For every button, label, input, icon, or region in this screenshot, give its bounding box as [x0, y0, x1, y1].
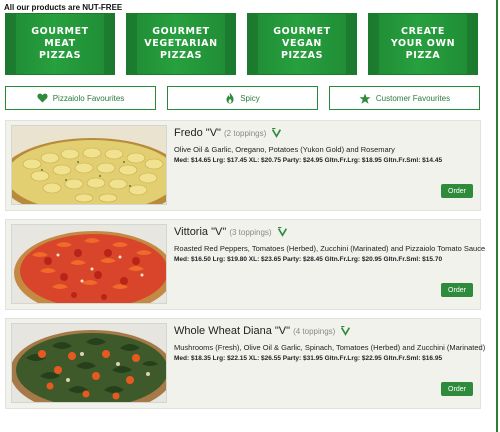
category-label: GOURMET MEAT PIZZAS — [31, 26, 89, 61]
category-label: CREATE YOUR OWN PIZZA — [390, 26, 456, 61]
topping-count: (2 toppings) — [224, 129, 267, 138]
filter-bar: Pizzaiolo Favourites Spicy Customer Favo… — [5, 86, 481, 110]
vegetarian-check-icon — [272, 127, 282, 138]
order-button[interactable]: Order — [441, 382, 473, 396]
product-title: Vittoria "V" (3 toppings) — [174, 226, 288, 238]
product-description: Roasted Red Peppers, Tomatoes (Herbed), … — [174, 244, 486, 253]
product-card-vittoria: Vittoria "V" (3 toppings) Roasted Red Pe… — [5, 219, 485, 310]
category-label: GOURMET VEGAN PIZZAS — [273, 26, 331, 61]
filter-label: Pizzaiolo Favourites — [52, 93, 125, 103]
order-button[interactable]: Order — [441, 283, 473, 297]
category-gourmet-vegan-button[interactable]: GOURMET VEGAN PIZZAS — [247, 13, 357, 75]
filter-spicy[interactable]: Spicy — [167, 86, 318, 110]
vegetarian-check-icon — [341, 325, 351, 336]
category-create-your-own-button[interactable]: CREATE YOUR OWN PIZZA — [368, 13, 478, 75]
product-name: Vittoria "V" — [174, 226, 227, 238]
filter-pizzaiolo-favourites[interactable]: Pizzaiolo Favourites — [5, 86, 156, 110]
star-icon — [359, 92, 371, 104]
filter-label: Spicy — [240, 93, 260, 103]
product-name: Whole Wheat Diana "V" — [174, 325, 291, 337]
vegetarian-check-icon — [277, 226, 287, 237]
pizza-image — [11, 125, 167, 205]
filter-customer-favourites[interactable]: Customer Favourites — [329, 86, 480, 110]
category-label: GOURMET VEGETARIAN PIZZAS — [144, 26, 218, 61]
topping-count: (3 toppings) — [229, 228, 272, 237]
category-gourmet-meat-button[interactable]: GOURMET MEAT PIZZAS — [5, 13, 115, 75]
heart-icon — [37, 93, 48, 103]
topping-count: (4 toppings) — [293, 327, 336, 336]
product-description: Mushrooms (Fresh), Olive Oil & Garlic, S… — [174, 343, 486, 352]
pizza-image — [11, 323, 167, 403]
product-prices: Med: $14.65 Lrg: $17.45 XL: $20.75 Party… — [174, 157, 443, 164]
nut-free-notice: All our products are NUT-FREE — [4, 3, 123, 12]
product-prices: Med: $16.50 Lrg: $19.80 XL: $23.65 Party… — [174, 256, 443, 263]
order-button[interactable]: Order — [441, 184, 473, 198]
category-buttons: GOURMET MEAT PIZZAS GOURMET VEGETARIAN P… — [5, 13, 480, 75]
filter-label: Customer Favourites — [375, 93, 451, 103]
category-gourmet-vegetarian-button[interactable]: GOURMET VEGETARIAN PIZZAS — [126, 13, 236, 75]
product-prices: Med: $18.35 Lrg: $22.15 XL: $26.55 Party… — [174, 355, 443, 362]
product-card-whole-wheat-diana: Whole Wheat Diana "V" (4 toppings) Mushr… — [5, 318, 485, 409]
pizza-image — [11, 224, 167, 304]
page-edge-divider — [496, 0, 498, 432]
product-card-fredo: Fredo "V" (2 toppings) Olive Oil & Garli… — [5, 120, 481, 211]
product-description: Olive Oil & Garlic, Oregano, Potatoes (Y… — [174, 145, 395, 154]
product-title: Fredo "V" (2 toppings) — [174, 127, 282, 139]
flame-icon — [226, 92, 234, 104]
product-name: Fredo "V" — [174, 127, 221, 139]
product-title: Whole Wheat Diana "V" (4 toppings) — [174, 325, 351, 337]
